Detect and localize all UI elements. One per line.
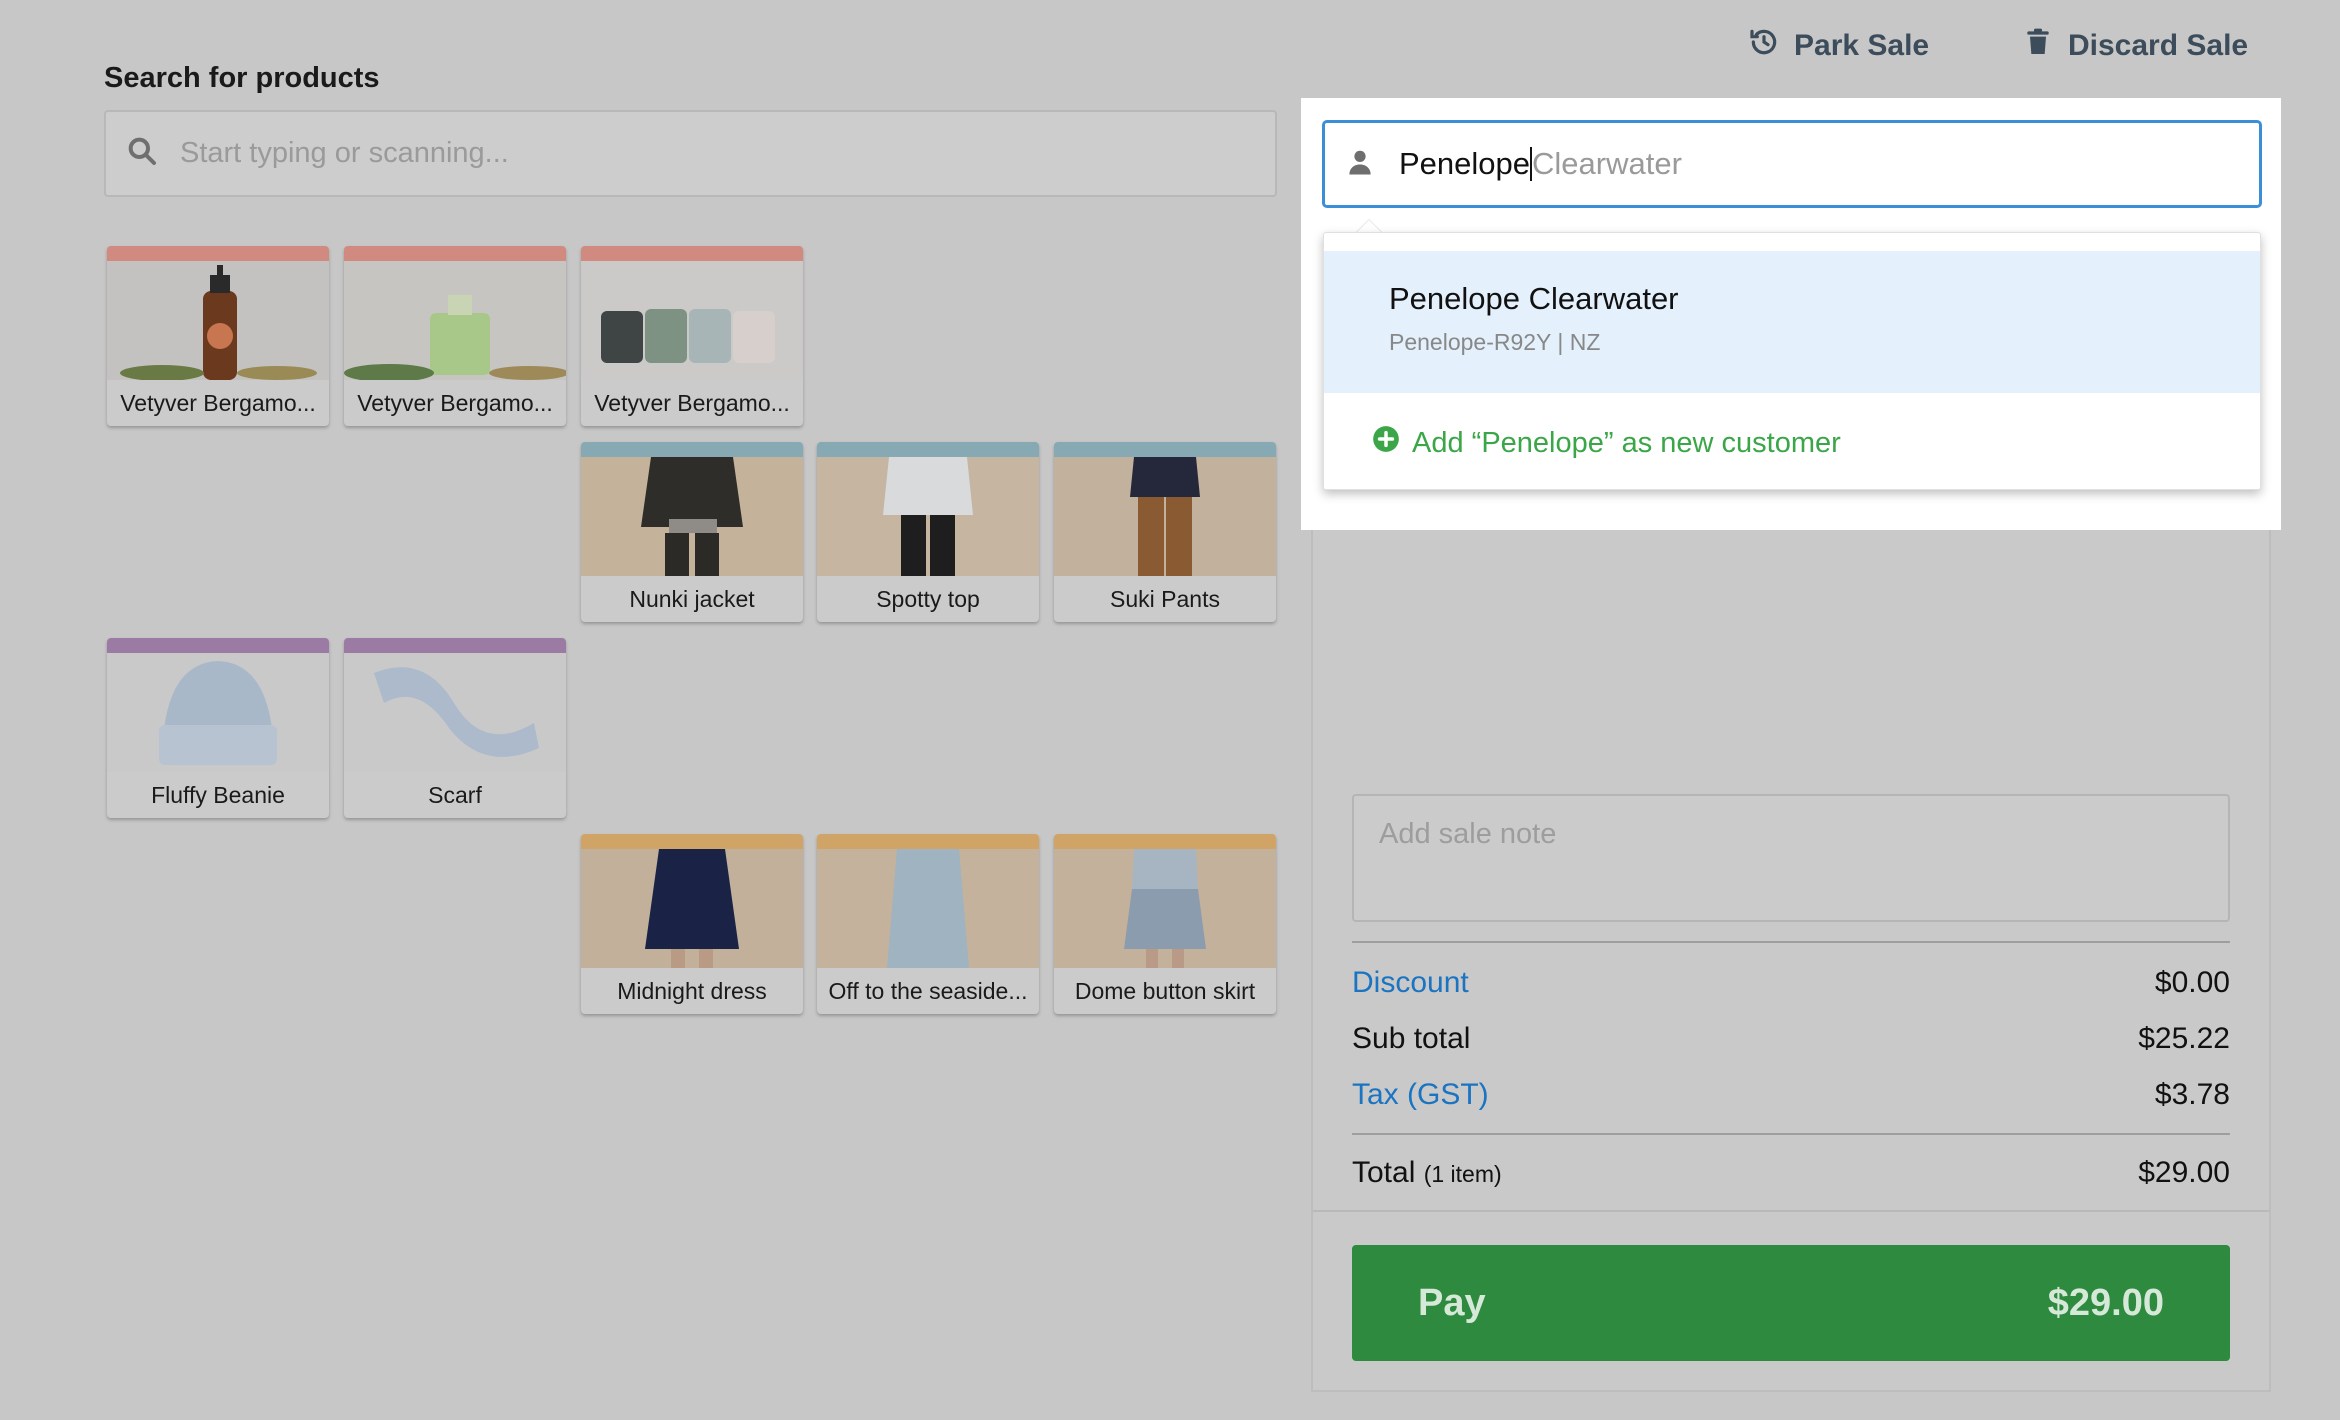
total-value: $29.00 <box>2138 1156 2230 1189</box>
product-name: Scarf <box>428 782 482 808</box>
product-tile[interactable]: Nunki jacket <box>581 442 803 622</box>
product-image-model-skirt <box>1054 849 1276 968</box>
product-name: Midnight dress <box>617 978 767 1004</box>
total-row: Total (1 item) $29.00 <box>1352 1151 2230 1195</box>
product-tile[interactable]: Suki Pants <box>1054 442 1276 622</box>
product-group-bar <box>581 834 803 849</box>
product-tile[interactable]: Fluffy Beanie <box>107 638 329 818</box>
product-tile[interactable]: Vetyver Bergamo... <box>107 246 329 426</box>
search-icon <box>126 135 158 172</box>
product-name: Nunki jacket <box>629 586 755 612</box>
product-image-soap-bottle <box>107 261 329 380</box>
customer-suggestions-dropdown: Penelope Clearwater Penelope-R92Y | NZ A… <box>1323 232 2261 490</box>
product-tile[interactable]: Vetyver Bergamo... <box>344 246 566 426</box>
product-group-bar <box>107 638 329 653</box>
discount-row: Discount $0.00 <box>1352 961 2230 1005</box>
product-image-model-top <box>817 457 1039 576</box>
pay-label: Pay <box>1418 1281 1486 1324</box>
plus-circle-icon <box>1372 425 1400 461</box>
pay-button[interactable]: Pay $29.00 <box>1352 1245 2230 1361</box>
park-sale-button[interactable]: Park Sale <box>1748 22 1929 70</box>
subtotal-label: Sub total <box>1352 1022 1471 1055</box>
product-tile[interactable]: Midnight dress <box>581 834 803 1014</box>
product-name: Vetyver Bergamo... <box>594 390 790 416</box>
product-tile[interactable]: Off to the seaside... <box>817 834 1039 1014</box>
product-group-bar <box>581 246 803 261</box>
tax-value: $3.78 <box>2154 1078 2230 1111</box>
product-tile[interactable]: Scarf <box>344 638 566 818</box>
product-name: Fluffy Beanie <box>151 782 285 808</box>
product-group-bar <box>817 834 1039 849</box>
product-image-scarf <box>344 653 566 772</box>
product-search-title: Search for products <box>104 62 380 94</box>
tax-row: Tax (GST) $3.78 <box>1352 1073 2230 1117</box>
product-image-model-pants <box>1054 457 1276 576</box>
product-search-box[interactable] <box>104 110 1277 197</box>
product-image-model-seaside <box>817 849 1039 968</box>
add-new-customer-label: Add “Penelope” as new customer <box>1412 426 1841 459</box>
customer-suggestion-meta: Penelope-R92Y | NZ <box>1389 329 1601 355</box>
discount-value: $0.00 <box>2154 966 2230 999</box>
product-name: Suki Pants <box>1110 586 1220 612</box>
product-group-bar <box>1054 442 1276 457</box>
product-group-bar <box>581 442 803 457</box>
trash-icon <box>2022 26 2054 66</box>
product-image-model-jacket <box>581 457 803 576</box>
customer-search-autocomplete: Clearwater <box>1532 146 1682 181</box>
subtotal-value: $25.22 <box>2138 1022 2230 1055</box>
customer-search-input[interactable]: Penelope Clearwater <box>1322 120 2262 208</box>
tax-link[interactable]: Tax (GST) <box>1352 1078 1489 1112</box>
discount-link[interactable]: Discount <box>1352 966 1469 1000</box>
discard-sale-button[interactable]: Discard Sale <box>2022 22 2248 70</box>
customer-search-typed-text: Penelope <box>1399 146 1531 181</box>
subtotal-row: Sub total $25.22 <box>1352 1017 2230 1061</box>
product-image-model-dress <box>581 849 803 968</box>
product-name: Vetyver Bergamo... <box>120 390 316 416</box>
product-name: Vetyver Bergamo... <box>357 390 553 416</box>
total-divider <box>1352 1133 2230 1135</box>
sale-note-input[interactable] <box>1352 794 2230 922</box>
park-sale-label: Park Sale <box>1794 29 1930 62</box>
product-image-perfume-bottle <box>344 261 566 380</box>
customer-suggestion-name: Penelope Clearwater <box>1389 281 1679 316</box>
history-icon <box>1748 26 1780 66</box>
product-group-bar <box>1054 834 1276 849</box>
discard-sale-label: Discard Sale <box>2068 29 2249 62</box>
product-name: Off to the seaside... <box>828 978 1028 1004</box>
add-new-customer-button[interactable]: Add “Penelope” as new customer <box>1372 423 1841 463</box>
product-image-beanie <box>107 653 329 772</box>
product-group-bar <box>817 442 1039 457</box>
product-name: Spotty top <box>876 586 980 612</box>
totals-divider <box>1352 941 2230 943</box>
product-group-bar <box>107 246 329 261</box>
pay-amount: $29.00 <box>2047 1281 2164 1324</box>
total-label: Total <box>1352 1156 1416 1189</box>
product-search-input[interactable] <box>180 137 1240 170</box>
product-group-bar <box>344 638 566 653</box>
product-tile[interactable]: Dome button skirt <box>1054 834 1276 1014</box>
customer-suggestion-item[interactable]: Penelope Clearwater Penelope-R92Y | NZ <box>1324 251 2260 393</box>
user-icon <box>1345 147 1375 182</box>
product-tile[interactable]: Vetyver Bergamo... <box>581 246 803 426</box>
product-name: Dome button skirt <box>1074 978 1256 1004</box>
product-tile[interactable]: Spotty top <box>817 442 1039 622</box>
product-group-bar <box>344 246 566 261</box>
product-image-candle-cups <box>581 261 803 380</box>
total-items-count: (1 item) <box>1423 1161 1502 1187</box>
pay-divider <box>1313 1210 2269 1212</box>
